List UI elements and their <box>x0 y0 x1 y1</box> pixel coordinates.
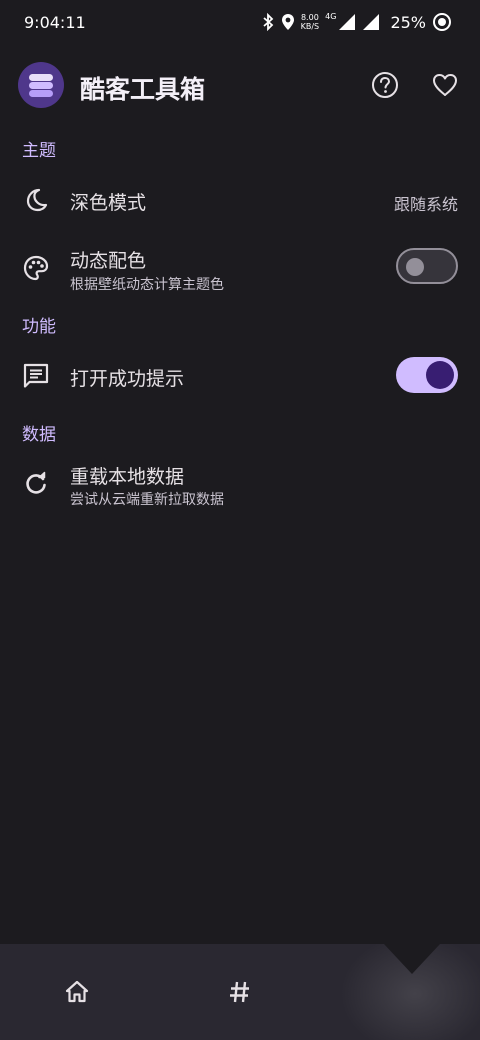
net-speed-value: 8.00 <box>300 13 319 22</box>
net-type: 4G <box>325 12 337 21</box>
help-icon <box>372 72 398 98</box>
app-bar: 酷客工具箱 <box>0 56 480 118</box>
setting-reload-data[interactable]: 重载本地数据 尝试从云端重新拉取数据 <box>0 452 480 518</box>
home-icon <box>65 980 89 1003</box>
stack-icon <box>29 74 53 97</box>
nav-item-hash[interactable] <box>226 978 254 1006</box>
nav-notch <box>384 944 440 974</box>
status-icons: 8.00 KB/S 4G 25% <box>261 12 452 32</box>
heart-icon <box>433 74 457 96</box>
nav-item-home[interactable] <box>63 978 91 1006</box>
battery-icon <box>433 13 451 31</box>
switch-knob <box>426 361 454 389</box>
help-button[interactable] <box>370 70 400 100</box>
setting-title: 深色模式 <box>70 192 147 214</box>
signal-icon <box>339 14 356 30</box>
bottom-navigation <box>0 944 480 1040</box>
refresh-icon <box>22 470 50 498</box>
setting-title: 重载本地数据 <box>70 466 185 488</box>
signal-icon <box>363 14 380 30</box>
setting-open-success-tip[interactable]: 打开成功提示 <box>0 342 480 410</box>
status-bar: 9:04:11 8.00 KB/S 4G 25% <box>0 0 480 46</box>
setting-dark-mode[interactable]: 深色模式 跟随系统 <box>0 168 480 234</box>
app-logo <box>18 62 64 108</box>
palette-icon <box>22 254 50 282</box>
app-title: 酷客工具箱 <box>80 75 206 104</box>
section-header-function: 功能 <box>22 317 56 337</box>
setting-dynamic-color[interactable]: 动态配色 根据壁纸动态计算主题色 <box>0 236 480 306</box>
setting-subtitle: 根据壁纸动态计算主题色 <box>70 277 224 293</box>
open-success-tip-switch[interactable] <box>396 357 458 393</box>
favorite-button[interactable] <box>430 70 460 100</box>
hash-icon <box>230 981 249 1003</box>
setting-title: 打开成功提示 <box>70 368 185 390</box>
section-header-data: 数据 <box>22 425 56 445</box>
setting-title: 动态配色 <box>70 250 147 272</box>
bluetooth-icon <box>263 13 273 31</box>
message-icon <box>22 362 50 390</box>
battery-percent: 25% <box>390 12 426 32</box>
switch-knob <box>406 258 424 276</box>
net-speed-unit: KB/S <box>300 22 320 31</box>
net-speed: 8.00 KB/S <box>301 13 320 31</box>
location-icon <box>281 14 294 30</box>
dynamic-color-switch[interactable] <box>396 248 458 284</box>
setting-value: 跟随系统 <box>393 195 458 214</box>
section-header-theme: 主题 <box>22 141 56 161</box>
status-time: 9:04:11 <box>24 13 86 32</box>
moon-icon <box>22 186 50 214</box>
setting-subtitle: 尝试从云端重新拉取数据 <box>70 492 224 508</box>
